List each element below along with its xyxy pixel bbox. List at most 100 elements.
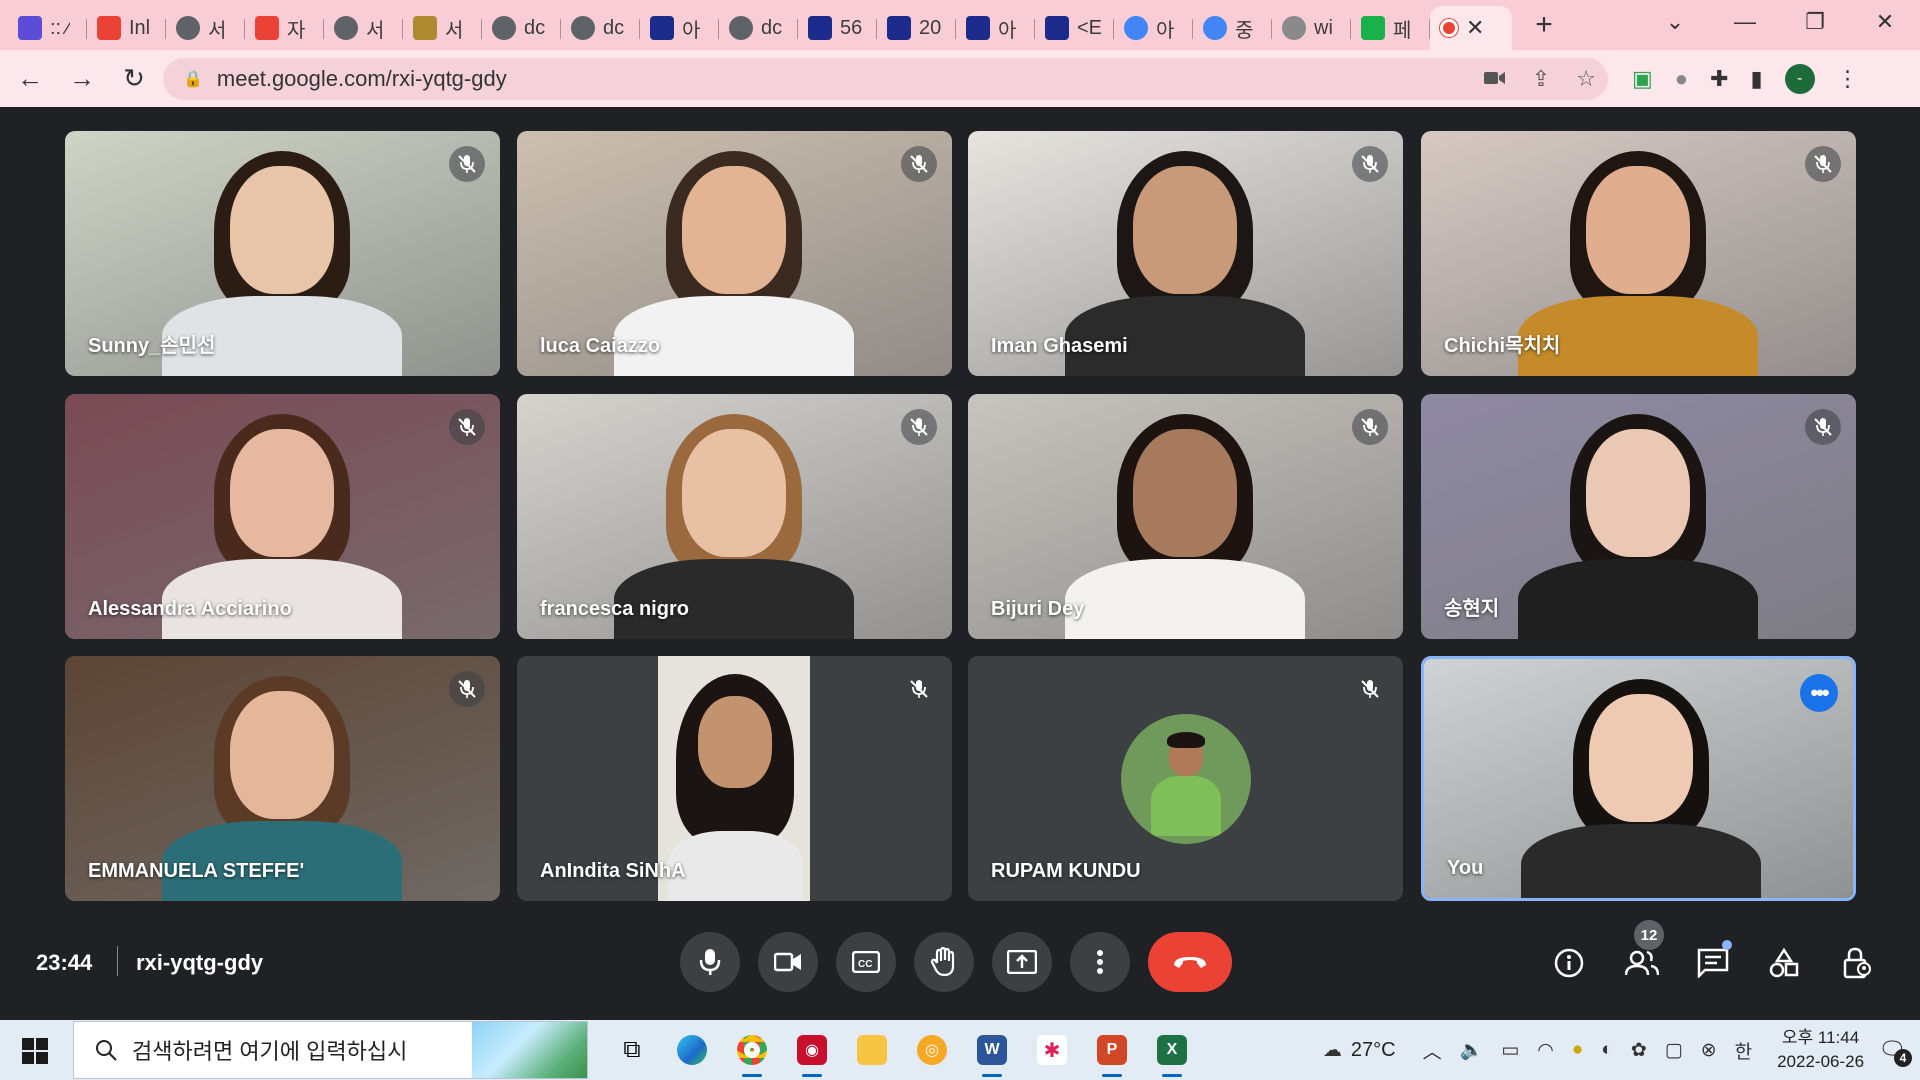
activities-button[interactable]: [1762, 941, 1806, 985]
browser-tab[interactable]: 아: [1114, 11, 1193, 45]
reload-icon[interactable]: ↻: [112, 63, 156, 94]
camera-button[interactable]: [758, 932, 818, 992]
extension-icon[interactable]: ▣: [1632, 66, 1653, 92]
participant-tile[interactable]: Sunny_손민선: [65, 131, 500, 376]
browser-tab[interactable]: Inl: [87, 11, 166, 45]
browser-tab-active[interactable]: ✕: [1430, 6, 1512, 50]
chrome-menu-icon[interactable]: ⋮: [1837, 66, 1859, 92]
meeting-info-button[interactable]: [1547, 941, 1591, 985]
close-window-icon[interactable]: ✕: [1850, 9, 1920, 35]
browser-tab[interactable]: wi: [1272, 11, 1351, 45]
taskbar-search-box[interactable]: 검색하려면 여기에 입력하십시: [73, 1021, 588, 1079]
side-panel-icon[interactable]: ▮: [1751, 66, 1763, 92]
puzzle-app-icon: [808, 16, 832, 40]
windows-start-icon[interactable]: [22, 1038, 48, 1064]
profile-avatar[interactable]: -: [1784, 63, 1815, 94]
share-icon[interactable]: ⇪: [1532, 66, 1550, 92]
task-view-icon[interactable]: ⧉: [602, 1020, 662, 1080]
raise-hand-button[interactable]: [914, 932, 974, 992]
recorder-app-icon[interactable]: ◉: [782, 1020, 842, 1080]
excel-icon[interactable]: X: [1142, 1020, 1202, 1080]
participant-tile[interactable]: ••• You: [1421, 656, 1856, 901]
browser-tab[interactable]: 자: [245, 11, 324, 45]
close-tab-icon[interactable]: ✕: [1466, 15, 1484, 41]
browser-tab[interactable]: 20: [877, 11, 956, 45]
notification-center-icon[interactable]: 🗨 4: [1878, 1037, 1912, 1067]
participant-tile[interactable]: RUPAM KUNDU: [968, 656, 1403, 901]
browser-tab[interactable]: dc: [561, 11, 640, 45]
present-button[interactable]: [992, 932, 1052, 992]
participant-tile[interactable]: Bijuri Dey: [968, 394, 1403, 639]
tray-close-icon[interactable]: ⊗: [1701, 1039, 1717, 1062]
microphone-button[interactable]: [680, 932, 740, 992]
browser-tab[interactable]: 서: [324, 11, 403, 45]
browser-tab[interactable]: 서: [403, 11, 482, 45]
participant-tile[interactable]: EMMANUELA STEFFE': [65, 656, 500, 901]
restore-icon[interactable]: ❐: [1780, 9, 1850, 35]
lock-person-icon: [1843, 947, 1871, 979]
wifi-icon[interactable]: ◠: [1537, 1039, 1554, 1062]
browser-tab[interactable]: 중: [1193, 11, 1272, 45]
participant-tile[interactable]: francesca nigro: [517, 394, 952, 639]
volume-icon[interactable]: 🔈: [1460, 1038, 1484, 1062]
browser-tab[interactable]: dc: [482, 11, 561, 45]
tray-device-icon[interactable]: ▢: [1665, 1039, 1683, 1062]
browser-tab[interactable]: <E: [1035, 11, 1114, 45]
address-bar[interactable]: 🔒 meet.google.com/rxi-yqtg-gdy ⇪ ☆: [163, 58, 1608, 100]
taskbar-clock[interactable]: 오후 11:44 2022-06-26: [1777, 1026, 1864, 1074]
circle-app-icon[interactable]: ◎: [902, 1020, 962, 1080]
powerpoint-icon[interactable]: P: [1082, 1020, 1142, 1080]
participant-tile[interactable]: Chichi목치치: [1421, 131, 1856, 376]
hand-icon: [931, 947, 955, 977]
extension-icon[interactable]: ●: [1675, 66, 1688, 92]
browser-tab[interactable]: 56: [798, 11, 877, 45]
people-icon: [1625, 950, 1659, 976]
captions-button[interactable]: CC: [836, 932, 896, 992]
browser-tab[interactable]: dc: [719, 11, 798, 45]
host-controls-button[interactable]: [1835, 941, 1879, 985]
camera-in-use-icon[interactable]: [1483, 66, 1506, 92]
participant-tile[interactable]: 송현지: [1421, 394, 1856, 639]
file-explorer-icon[interactable]: [842, 1020, 902, 1080]
weather-icon[interactable]: ☁: [1323, 1039, 1342, 1062]
leave-call-button[interactable]: [1148, 932, 1232, 992]
word-icon[interactable]: W: [962, 1020, 1022, 1080]
back-icon[interactable]: ←: [8, 63, 52, 94]
browser-tab[interactable]: 서: [166, 11, 245, 45]
browser-tab[interactable]: :: ⁄: [8, 11, 87, 45]
participant-tile[interactable]: Iman Ghasemi: [968, 131, 1403, 376]
gmail-icon: [255, 16, 279, 40]
participant-tile[interactable]: AnIndita SiNhA: [517, 656, 952, 901]
participant-name: EMMANUELA STEFFE': [88, 860, 305, 882]
tile-more-options-button[interactable]: •••: [1800, 674, 1838, 712]
tray-app-icon[interactable]: ◐: [1601, 1039, 1612, 1061]
search-placeholder[interactable]: 검색하려면 여기에 입력하십시: [132, 1034, 407, 1066]
kakaotalk-icon[interactable]: ●: [1572, 1039, 1583, 1061]
browser-tab[interactable]: 아: [640, 11, 719, 45]
lock-icon[interactable]: 🔒: [183, 69, 203, 89]
forward-icon[interactable]: →: [60, 63, 104, 94]
chevron-up-icon[interactable]: ︿: [1423, 1037, 1442, 1064]
divider: [117, 946, 118, 976]
ime-indicator[interactable]: 한: [1735, 1037, 1752, 1064]
browser-tab[interactable]: 페: [1351, 11, 1430, 45]
edge-icon[interactable]: [662, 1020, 722, 1080]
slack-icon[interactable]: ✱: [1022, 1020, 1082, 1080]
bookmark-star-icon[interactable]: ☆: [1576, 66, 1596, 92]
weather-temperature[interactable]: 27°C: [1351, 1039, 1396, 1062]
tray-settings-icon[interactable]: ✿: [1631, 1039, 1647, 1062]
browser-tab[interactable]: 아: [956, 11, 1035, 45]
mic-off-icon: [1805, 146, 1841, 182]
extensions-puzzle-icon[interactable]: ✚: [1710, 66, 1728, 92]
participant-tile[interactable]: Alessandra Acciarino: [65, 394, 500, 639]
participant-tile[interactable]: luca Caiazzo: [517, 131, 952, 376]
mic-off-icon: [449, 409, 485, 445]
chrome-icon[interactable]: [722, 1020, 782, 1080]
minimize-icon[interactable]: —: [1710, 9, 1780, 35]
omnibox-actions: ⇪ ☆: [1483, 58, 1596, 100]
tab-search-icon[interactable]: ⌄: [1640, 9, 1710, 35]
more-options-button[interactable]: [1070, 932, 1130, 992]
url-text[interactable]: meet.google.com/rxi-yqtg-gdy: [217, 66, 507, 92]
battery-icon[interactable]: ▭: [1501, 1039, 1519, 1062]
new-tab-icon[interactable]: +: [1524, 5, 1564, 45]
